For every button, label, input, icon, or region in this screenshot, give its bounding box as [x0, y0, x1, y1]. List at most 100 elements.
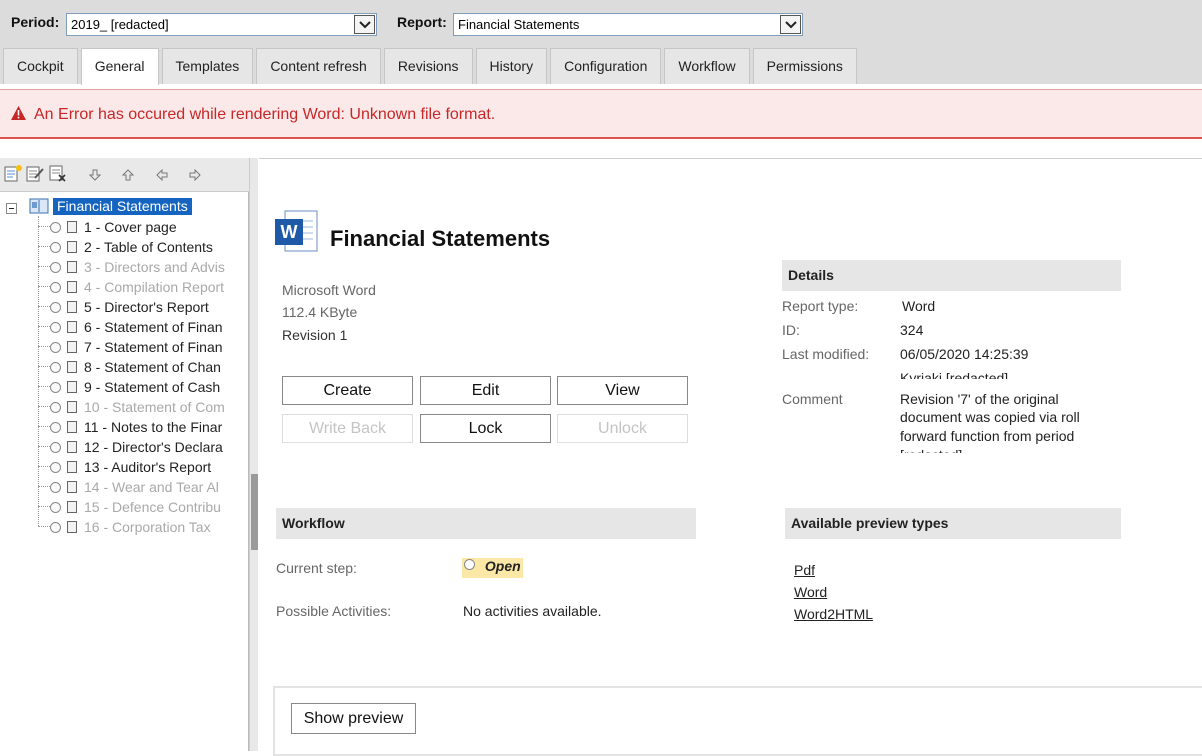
edit-button[interactable]: Edit — [420, 376, 551, 405]
tree-connector — [38, 526, 50, 527]
tree-connector — [38, 446, 50, 447]
document-icon — [67, 441, 77, 453]
tree-connector — [38, 506, 50, 507]
top-bar: Period: 2019_ [redacted] Report: Financi… — [0, 0, 1202, 85]
scrollbar-thumb[interactable] — [251, 474, 258, 550]
show-preview-button[interactable]: Show preview — [291, 703, 416, 734]
tree-item[interactable]: 1 - Cover page — [50, 218, 177, 238]
edit-item-icon[interactable] — [26, 164, 44, 185]
document-icon — [67, 481, 77, 493]
tree-item[interactable]: 13 - Auditor's Report — [50, 458, 211, 478]
comment-line-3: forward function from period — [900, 428, 1075, 444]
document-icon — [67, 221, 77, 233]
tree-item[interactable]: 8 - Statement of Chan — [50, 358, 221, 378]
tree-item[interactable]: 14 - Wear and Tear Al — [50, 478, 219, 498]
left-pane-scrollbar[interactable] — [249, 158, 258, 751]
status-circle-icon — [50, 522, 61, 533]
tab-templates[interactable]: Templates — [161, 48, 254, 84]
report-label: Report: — [397, 14, 447, 30]
tree-item-label: 10 - Statement of Com — [84, 399, 225, 415]
tab-revisions[interactable]: Revisions — [383, 48, 473, 84]
document-icon — [67, 321, 77, 333]
preview-link-pdf[interactable]: Pdf — [794, 562, 815, 578]
comment-line-2: document was copied via roll — [900, 409, 1080, 425]
tree-item[interactable]: 12 - Director's Declara — [50, 438, 223, 458]
tree-connector — [38, 406, 50, 407]
possible-activities-label: Possible Activities: — [276, 603, 392, 619]
report-select[interactable]: Financial Statements — [453, 13, 803, 36]
preview-link-word[interactable]: Word — [794, 584, 827, 600]
document-icon — [67, 461, 77, 473]
move-down-icon[interactable] — [88, 168, 102, 184]
tree-connector — [38, 386, 50, 387]
create-button[interactable]: Create — [282, 376, 413, 405]
period-select[interactable]: 2019_ [redacted] — [66, 13, 377, 36]
status-circle-icon — [50, 442, 61, 453]
tree-item-label: 5 - Director's Report — [84, 299, 209, 315]
document-icon — [67, 501, 77, 513]
tree-item-label: 3 - Directors and Advis — [84, 259, 225, 275]
tree-item[interactable]: 9 - Statement of Cash — [50, 378, 220, 398]
delete-item-icon[interactable] — [49, 164, 67, 185]
tab-content-refresh[interactable]: Content refresh — [256, 48, 381, 84]
current-step-value: Open — [484, 558, 521, 574]
tab-history[interactable]: History — [475, 48, 548, 84]
tree-item-label: 14 - Wear and Tear Al — [84, 479, 219, 495]
preview-link-word2html[interactable]: Word2HTML — [794, 606, 873, 622]
tree-item[interactable]: 15 - Defence Contribu — [50, 498, 221, 518]
document-icon — [67, 521, 77, 533]
document-icon — [67, 381, 77, 393]
document-icon — [67, 241, 77, 253]
tab-workflow[interactable]: Workflow — [664, 48, 750, 84]
details-header: Details — [782, 260, 1121, 291]
write-back-button[interactable]: Write Back — [282, 414, 413, 443]
lock-button[interactable]: Lock — [420, 414, 551, 443]
tree-item[interactable]: 6 - Statement of Finan — [50, 318, 223, 338]
collapse-icon[interactable] — [6, 201, 17, 217]
possible-activities-value: No activities available. — [463, 603, 602, 619]
tree-connector — [38, 226, 50, 227]
status-circle-icon — [50, 342, 61, 353]
svg-text:W: W — [281, 222, 298, 242]
tab-bar: Cockpit General Templates Content refres… — [3, 48, 860, 85]
tree-connector — [38, 266, 50, 267]
status-circle-icon — [50, 482, 61, 493]
tree-item[interactable]: 11 - Notes to the Finar — [50, 418, 222, 438]
tab-configuration[interactable]: Configuration — [550, 48, 662, 84]
new-item-icon[interactable] — [4, 164, 22, 185]
chevron-down-icon[interactable] — [354, 15, 375, 34]
tree-connector — [38, 346, 50, 347]
error-banner: An Error has occured while rendering Wor… — [0, 89, 1202, 139]
period-label: Period: — [11, 14, 60, 30]
tree-item[interactable]: 16 - Corporation Tax — [50, 518, 211, 538]
tree-connector — [38, 326, 50, 327]
last-modified-label: Last modified: — [782, 346, 870, 362]
view-button[interactable]: View — [557, 376, 688, 405]
tab-cockpit[interactable]: Cockpit — [3, 48, 78, 84]
tree-item[interactable]: 3 - Directors and Advis — [50, 258, 225, 278]
tree-item[interactable]: 4 - Compilation Report — [50, 278, 224, 298]
id-value: 324 — [900, 322, 924, 338]
tree-root-label[interactable]: Financial Statements — [53, 198, 192, 215]
tree-toolbar — [0, 158, 249, 192]
tree-item-label: 1 - Cover page — [84, 219, 177, 235]
report-type-value: Word — [902, 298, 936, 314]
document-title: Financial Statements — [330, 226, 551, 251]
status-circle-icon — [50, 242, 61, 253]
tree-item-label: 4 - Compilation Report — [84, 279, 225, 295]
unlock-button[interactable]: Unlock — [557, 414, 688, 443]
tab-general[interactable]: General — [80, 48, 159, 85]
tree-item[interactable]: 10 - Statement of Com — [50, 398, 225, 418]
status-circle-icon — [50, 322, 61, 333]
tab-permissions[interactable]: Permissions — [752, 48, 857, 84]
move-left-icon[interactable] — [156, 168, 168, 184]
tree-item[interactable]: 2 - Table of Contents — [50, 238, 213, 258]
document-app: Microsoft Word — [282, 282, 376, 298]
move-right-icon[interactable] — [189, 168, 201, 184]
report-select-value: Financial Statements — [458, 17, 580, 32]
tree-item[interactable]: 7 - Statement of Finan — [50, 338, 223, 358]
move-up-icon[interactable] — [121, 168, 135, 184]
chevron-down-icon[interactable] — [780, 15, 801, 34]
tree-item[interactable]: 5 - Director's Report — [50, 298, 209, 318]
last-modified-user: Kyriaki [redacted] — [900, 370, 1009, 379]
